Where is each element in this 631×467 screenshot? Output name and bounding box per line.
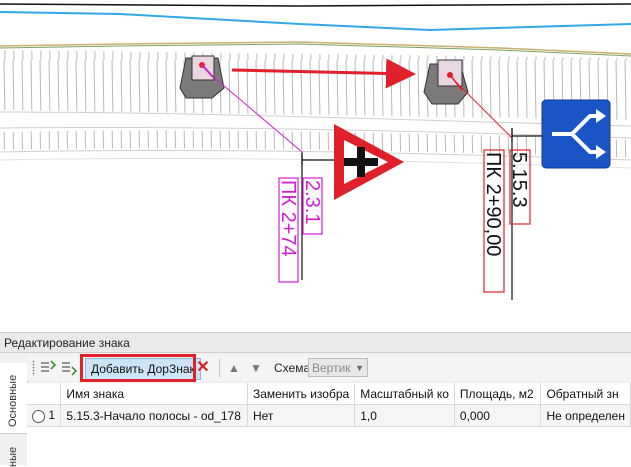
panel-title: Редактирование знака: [0, 333, 631, 353]
header-replace[interactable]: Заменить изобра: [247, 383, 356, 405]
insert-above-icon[interactable]: [39, 359, 57, 377]
scheme-label: Схема: [274, 361, 311, 375]
pk-right-label: ПК 2+90,00: [482, 152, 504, 256]
insert-below-icon[interactable]: [60, 359, 78, 377]
sign-edit-panel: Редактирование знака Основные ные Добави…: [0, 332, 631, 467]
toolbar: Добавить ДорЗнак ✕ ▲ ▼ Схема Вертик ▼: [27, 354, 631, 382]
signs-table: Имя знака Заменить изобра Масштабный ко …: [27, 383, 631, 465]
table-header: Имя знака Заменить изобра Масштабный ко …: [27, 383, 631, 405]
cell-reverse[interactable]: Не определен: [540, 404, 631, 427]
drawing-canvas[interactable]: 2.3.1 ПК 2+74 5.15.3 ПК 2+90,00: [0, 0, 631, 330]
header-area[interactable]: Площадь, м2: [454, 383, 542, 405]
toolbar-grip[interactable]: [32, 360, 35, 376]
sign-2-3-1-label: 2.3.1: [301, 180, 323, 224]
header-num: [27, 383, 62, 405]
delete-icon[interactable]: ✕: [194, 359, 212, 377]
cell-scale[interactable]: 1,0: [354, 404, 455, 427]
header-name[interactable]: Имя знака: [60, 383, 248, 405]
vertical-tabs: Основные ные: [0, 355, 28, 467]
row-num[interactable]: 1: [27, 404, 62, 427]
cell-name[interactable]: 5.15.3-Начало полосы - od_178: [60, 404, 248, 427]
row-radio[interactable]: [32, 409, 45, 423]
move-down-icon[interactable]: ▼: [247, 359, 265, 377]
scheme-select[interactable]: Вертик ▼: [308, 358, 368, 377]
header-reverse[interactable]: Обратный зн: [540, 383, 631, 405]
sign-5-15-3-label: 5.15.3: [508, 152, 530, 208]
tab-main[interactable]: Основные: [0, 363, 27, 434]
tab-other[interactable]: ные: [0, 437, 27, 467]
hatched-band-upper: [0, 50, 631, 120]
chevron-down-icon: ▼: [355, 363, 364, 373]
toolbar-separator: [219, 359, 220, 377]
marker-right[interactable]: [423, 59, 469, 105]
marker-left[interactable]: [179, 55, 225, 99]
cell-replace[interactable]: Нет: [247, 404, 356, 427]
sign-5-15-3-icon[interactable]: [541, 99, 611, 169]
move-up-icon[interactable]: ▲: [225, 359, 243, 377]
scheme-select-value: Вертик: [312, 361, 351, 375]
pk-left-label: ПК 2+74: [277, 180, 299, 257]
cell-area[interactable]: 0,000: [454, 404, 542, 427]
highlight-box: [80, 354, 196, 382]
header-scale[interactable]: Масштабный ко: [354, 383, 455, 405]
table-row[interactable]: 1 5.15.3-Начало полосы - od_178 Нет 1,0 …: [27, 404, 631, 427]
